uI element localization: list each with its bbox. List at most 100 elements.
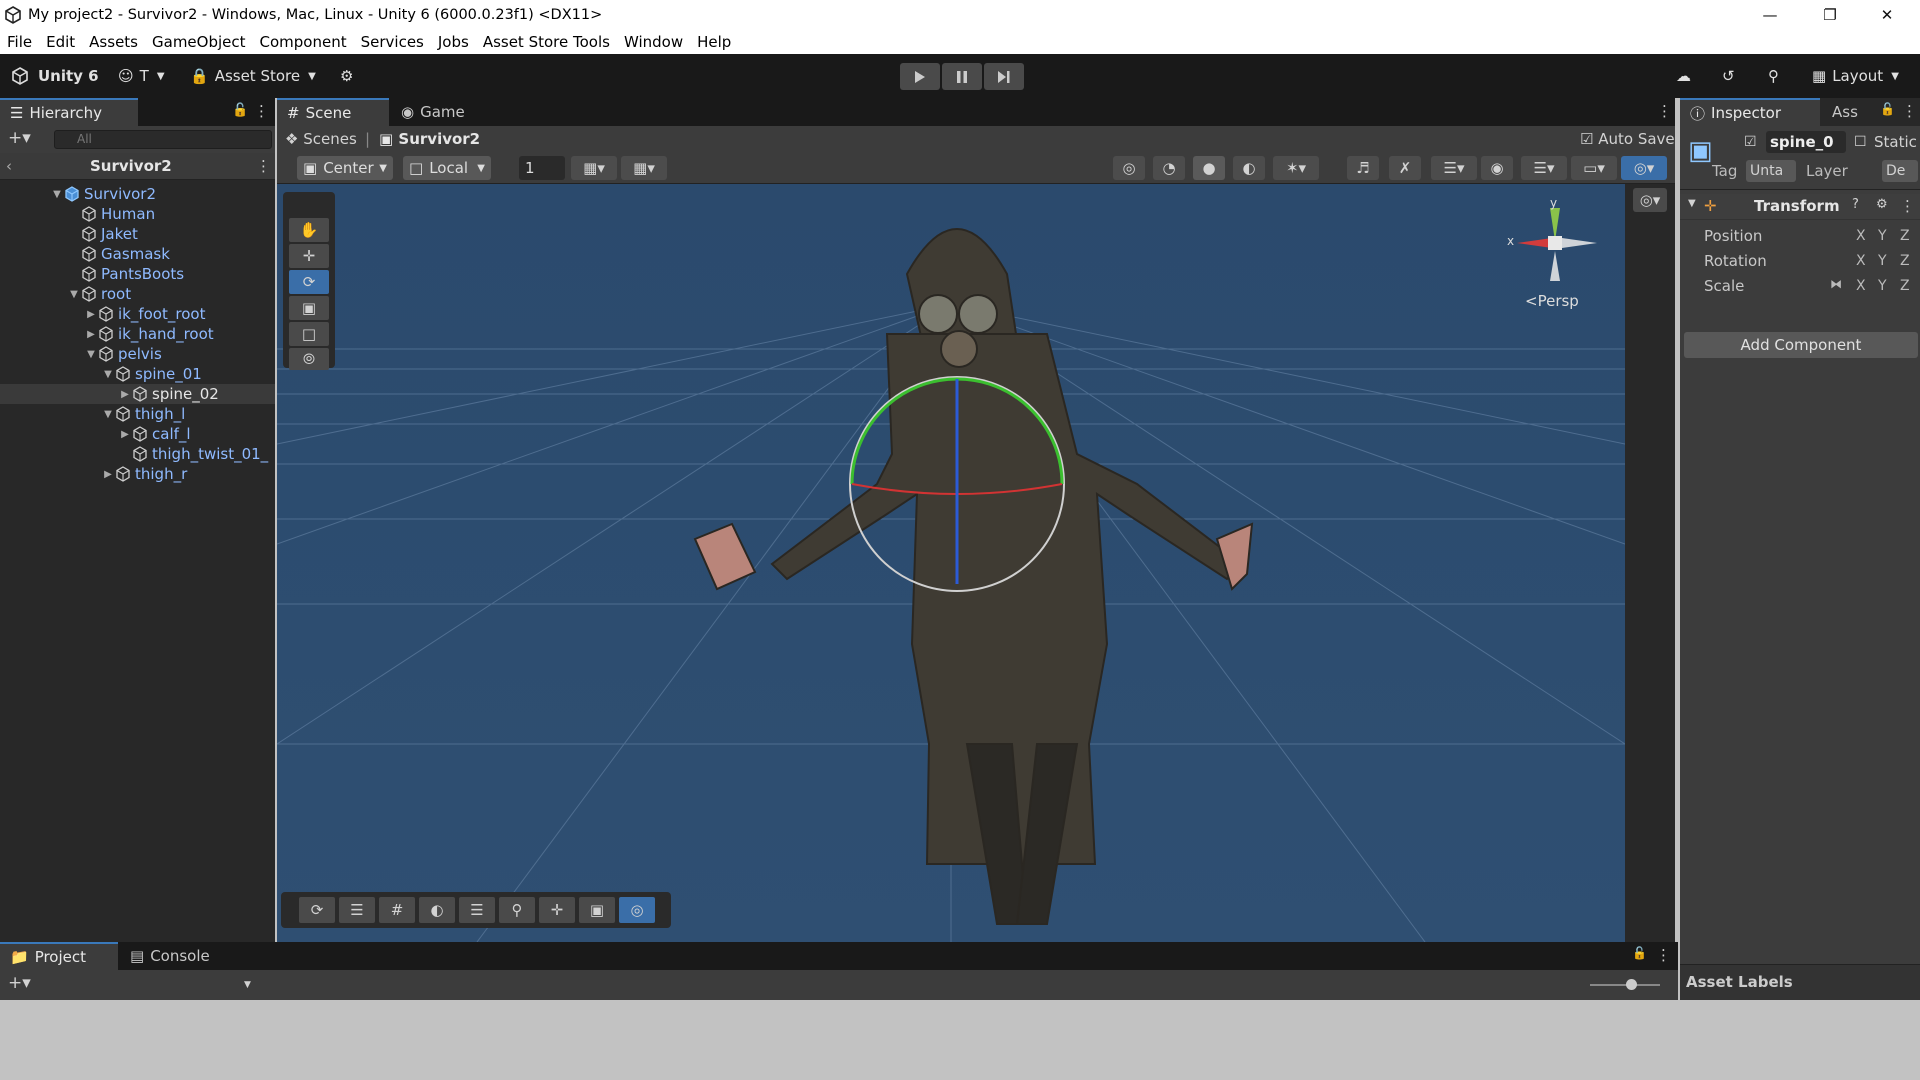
- lock-icon[interactable]: 🔓: [1880, 102, 1895, 116]
- transform-header[interactable]: ▼ ✛ Transform ? ⚙ ⋮: [1680, 194, 1920, 220]
- shaded-button[interactable]: ●: [1193, 156, 1225, 180]
- presets-icon[interactable]: ⚙: [1876, 197, 1888, 212]
- menu-file[interactable]: File: [0, 33, 39, 51]
- menu-component[interactable]: Component: [253, 33, 354, 51]
- overlay-settings-button[interactable]: ☰: [339, 897, 375, 923]
- expand-arrow-closed-icon[interactable]: ▶: [118, 389, 132, 400]
- view-options-button[interactable]: ◎▾: [1633, 188, 1667, 212]
- hierarchy-item[interactable]: ▼ thigh_l: [0, 404, 275, 424]
- tag-dropdown[interactable]: Unta: [1746, 160, 1796, 182]
- axis-z-field[interactable]: Z: [1900, 253, 1910, 269]
- projection-toggle[interactable]: <Persp: [1525, 292, 1579, 310]
- overlay-rotate-button[interactable]: ⟳: [299, 897, 335, 923]
- effects-toggle-button[interactable]: ✗: [1389, 156, 1421, 180]
- expand-arrow-closed-icon[interactable]: ▶: [84, 329, 98, 340]
- axis-y-field[interactable]: Y: [1878, 278, 1887, 294]
- auto-save-toggle[interactable]: ☑ Auto Save: [1580, 130, 1675, 148]
- more-options-icon[interactable]: ⋮: [1657, 102, 1672, 120]
- expand-arrow-closed-icon[interactable]: ▶: [101, 469, 115, 480]
- overlay-shading-button[interactable]: ◐: [419, 897, 455, 923]
- axis-y-field[interactable]: Y: [1878, 253, 1887, 269]
- expand-arrow-closed-icon[interactable]: ▶: [84, 309, 98, 320]
- minimize-button[interactable]: —: [1745, 0, 1795, 29]
- more-options-icon[interactable]: ⋮: [1900, 197, 1915, 215]
- increment-snap-button[interactable]: ▦▾: [621, 156, 667, 180]
- expand-arrow-open-icon[interactable]: ▼: [84, 349, 98, 360]
- asset-store-dropdown[interactable]: 🔒 Asset Store ▼: [190, 63, 316, 89]
- camera-dropdown-button[interactable]: ▭▾: [1571, 156, 1617, 180]
- gizmos-dropdown-button[interactable]: ◎▾: [1621, 156, 1667, 180]
- menu-services[interactable]: Services: [354, 33, 431, 51]
- restore-button[interactable]: ❐: [1805, 0, 1855, 29]
- hierarchy-item[interactable]: ▶ ik_foot_root: [0, 304, 275, 324]
- tab-project[interactable]: 📁 Project: [0, 942, 118, 970]
- chevron-down-icon[interactable]: ▼: [244, 980, 251, 990]
- more-options-icon[interactable]: ⋮: [1656, 946, 1671, 964]
- layer-dropdown[interactable]: De: [1882, 160, 1918, 182]
- axis-x-field[interactable]: X: [1856, 253, 1866, 269]
- overlay-layers-button[interactable]: ☰: [459, 897, 495, 923]
- menu-jobs[interactable]: Jobs: [431, 33, 476, 51]
- close-button[interactable]: ✕: [1862, 0, 1912, 29]
- scenes-breadcrumb-item[interactable]: ❖ Scenes: [285, 130, 357, 148]
- hierarchy-item[interactable]: Human: [0, 204, 275, 224]
- menu-window[interactable]: Window: [617, 33, 690, 51]
- axis-z-field[interactable]: Z: [1900, 228, 1910, 244]
- pause-button[interactable]: [942, 63, 982, 90]
- global-view-button[interactable]: ◎: [1113, 156, 1145, 180]
- lock-icon[interactable]: 🔓: [232, 103, 248, 118]
- overlay-camera-button[interactable]: ▣: [579, 897, 615, 923]
- axis-z-field[interactable]: Z: [1900, 278, 1910, 294]
- expand-arrow-open-icon[interactable]: ▼: [67, 289, 81, 300]
- collapse-arrow-icon[interactable]: ▼: [1688, 198, 1696, 209]
- pivot-mode-dropdown[interactable]: ▣ Center ▼: [297, 156, 393, 180]
- hierarchy-search-input[interactable]: All: [54, 130, 272, 149]
- tab-inspector[interactable]: ⓘ Inspector: [1680, 98, 1820, 126]
- transform-tool-button[interactable]: ⦾: [289, 348, 329, 370]
- zoom-slider[interactable]: [1590, 979, 1660, 990]
- hierarchy-item[interactable]: ▶ spine_02: [0, 384, 275, 404]
- settings-gear-button[interactable]: ⚙: [340, 63, 353, 89]
- hierarchy-item[interactable]: Jaket: [0, 224, 275, 244]
- scale-tool-button[interactable]: ▣: [289, 296, 329, 320]
- overlay-pivot-button[interactable]: ✛: [539, 897, 575, 923]
- play-button[interactable]: [900, 63, 940, 90]
- overlay-search-button[interactable]: ⚲: [499, 897, 535, 923]
- history-button[interactable]: ↺: [1722, 63, 1735, 89]
- help-icon[interactable]: ?: [1852, 197, 1859, 212]
- hierarchy-item[interactable]: ▼ spine_01: [0, 364, 275, 384]
- create-plus-button[interactable]: +▾: [8, 973, 31, 993]
- static-checkbox[interactable]: ☐: [1854, 134, 1867, 150]
- fx-dropdown-button[interactable]: ☰▾: [1431, 156, 1477, 180]
- tab-game[interactable]: ◉ Game: [391, 98, 481, 126]
- expand-arrow-closed-icon[interactable]: ▶: [118, 429, 132, 440]
- axis-x-field[interactable]: X: [1856, 228, 1866, 244]
- search-button[interactable]: ⚲: [1768, 63, 1779, 89]
- lock-icon[interactable]: 🔓: [1632, 946, 1647, 960]
- orientation-gizmo[interactable]: y x <Persp: [1507, 196, 1617, 310]
- object-name-field[interactable]: spine_0: [1766, 131, 1846, 153]
- overlay-compass-button[interactable]: ◎: [619, 897, 655, 923]
- tab-hierarchy[interactable]: ☰ Hierarchy: [0, 98, 138, 126]
- asset-labels-header[interactable]: Asset Labels: [1680, 964, 1920, 1000]
- more-options-icon[interactable]: ⋮: [254, 102, 269, 120]
- survivor2-breadcrumb-item[interactable]: ▣ Survivor2: [379, 130, 480, 148]
- hierarchy-item[interactable]: Gasmask: [0, 244, 275, 264]
- menu-gameobject[interactable]: GameObject: [145, 33, 253, 51]
- visibility-toggle-button[interactable]: ◉: [1481, 156, 1513, 180]
- audio-toggle-button[interactable]: ♬: [1347, 156, 1379, 180]
- hierarchy-item[interactable]: ▶ thigh_r: [0, 464, 275, 484]
- step-button[interactable]: [984, 63, 1024, 90]
- grid-snap-button[interactable]: ▦▾: [571, 156, 617, 180]
- cloud-button[interactable]: ☁: [1676, 63, 1691, 89]
- wireframe-button[interactable]: ◔: [1153, 156, 1185, 180]
- unity-account-button[interactable]: Unity 6: [10, 63, 99, 89]
- menu-assets[interactable]: Assets: [82, 33, 145, 51]
- tab-asset-store[interactable]: Ass: [1822, 98, 1878, 126]
- layers-dropdown-button[interactable]: ☰▾: [1521, 156, 1567, 180]
- scene-viewport[interactable]: ✋ ✛ ⟳ ▣ □ ⦾ y x <Persp ⟳ ☰ # ◐ ☰ ⚲ ✛ ▣ ◎: [277, 184, 1625, 942]
- hierarchy-item[interactable]: PantsBoots: [0, 264, 275, 284]
- expand-arrow-open-icon[interactable]: ▼: [101, 369, 115, 380]
- menu-asset-store-tools[interactable]: Asset Store Tools: [476, 33, 617, 51]
- hierarchy-item[interactable]: ▶ ik_hand_root: [0, 324, 275, 344]
